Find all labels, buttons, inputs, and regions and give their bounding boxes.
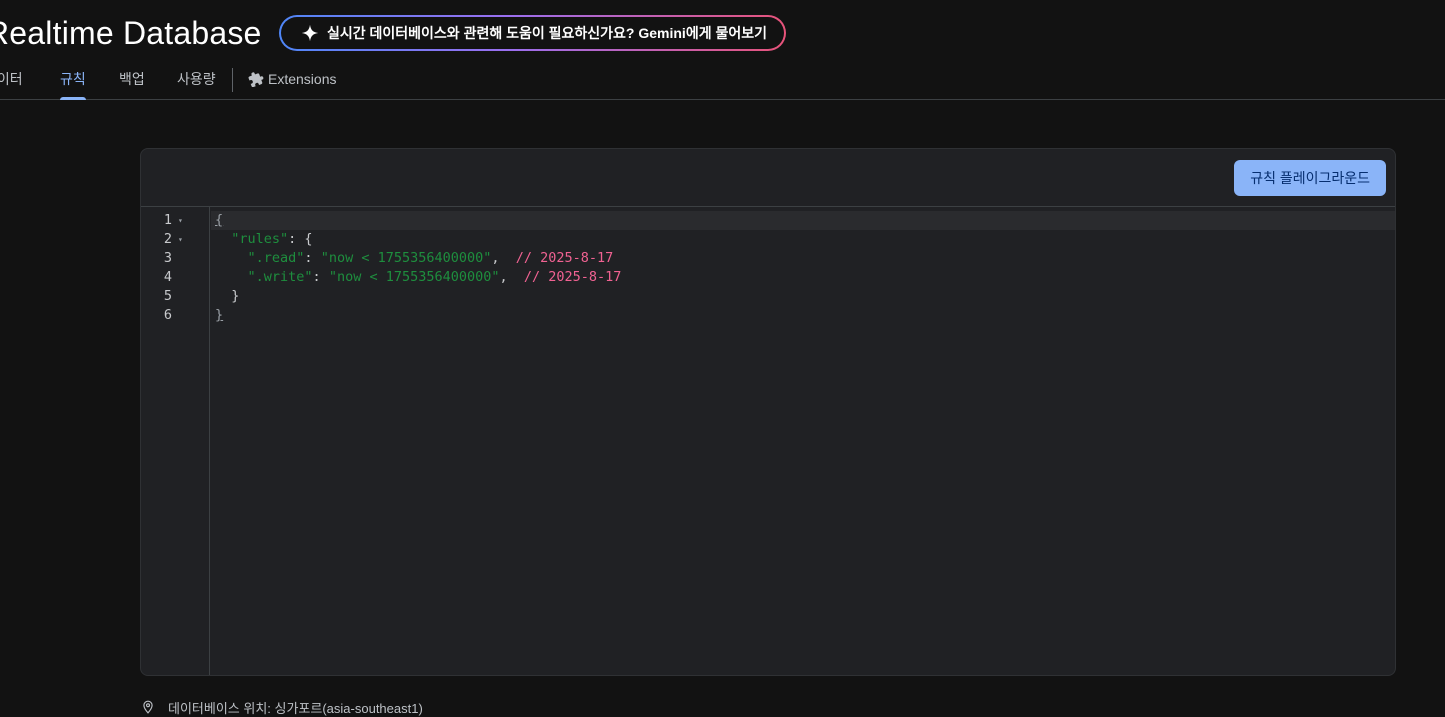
code-line[interactable]: "rules": { <box>211 230 1395 249</box>
code-token-punc <box>215 250 248 266</box>
code-token-key: ".read" <box>247 250 305 266</box>
line-number: 2 <box>163 231 172 247</box>
sparkle-icon <box>301 24 319 42</box>
rules-code-editor[interactable]: 1 ▾ 2 ▾ 3 4 5 6 { "rules": { ".read": "now < 17… <box>141 207 1395 675</box>
code-token-punc: , <box>499 269 524 285</box>
tab-data[interactable]: 데이터 <box>0 62 23 100</box>
location-pin-icon <box>143 700 153 714</box>
code-token-punc: } <box>215 288 240 304</box>
code-token-comment: // 2025-8-17 <box>523 269 622 285</box>
line-number: 3 <box>163 250 172 266</box>
page: Realtime Database 실시간 데이터베이스와 관련해 도움이 필요… <box>0 0 1445 717</box>
code-token-brace: } <box>215 307 224 323</box>
tab-extensions[interactable]: Extensions <box>248 62 336 100</box>
code-token-punc: : <box>312 269 329 285</box>
code-token-key: "rules" <box>231 231 289 247</box>
code-line[interactable]: ".write": "now < 1755356400000", // 2025… <box>211 268 1395 287</box>
code-token-key: ".write" <box>247 269 313 285</box>
editor-gutter: 1 ▾ 2 ▾ 3 4 5 6 <box>141 207 210 675</box>
gutter-line: 5 <box>141 287 210 306</box>
line-number: 1 <box>163 212 172 228</box>
database-location: 데이터베이스 위치: 싱가포르(asia-southeast1) <box>141 697 423 717</box>
tab-rules[interactable]: 규칙 <box>60 62 86 100</box>
code-token-str: "now < 1755356400000" <box>320 250 492 266</box>
code-token-brace: { <box>215 212 224 228</box>
code-token-str: "now < 1755356400000" <box>328 269 500 285</box>
rules-editor-card: 규칙 플레이그라운드 1 ▾ 2 ▾ 3 4 5 6 { "rules": { ".read"… <box>140 148 1396 676</box>
code-line[interactable]: { <box>211 211 1395 230</box>
code-token-punc: : <box>304 250 321 266</box>
fold-toggle-icon[interactable]: ▾ <box>178 230 183 249</box>
code-line[interactable]: } <box>211 306 1395 325</box>
tab-divider <box>232 68 233 92</box>
tab-backups[interactable]: 백업 <box>119 62 145 100</box>
ask-gemini-label: 실시간 데이터베이스와 관련해 도움이 필요하신가요? Gemini에게 물어보… <box>327 25 767 41</box>
code-line[interactable]: } <box>211 287 1395 306</box>
gutter-line: 2 ▾ <box>141 230 210 249</box>
ask-gemini-button[interactable]: 실시간 데이터베이스와 관련해 도움이 필요하신가요? Gemini에게 물어보… <box>279 15 786 51</box>
page-header: Realtime Database 실시간 데이터베이스와 관련해 도움이 필요… <box>0 0 1445 100</box>
editor-code-area[interactable]: { "rules": { ".read": "now < 17553564000… <box>211 207 1395 675</box>
line-number: 5 <box>163 288 172 304</box>
gutter-line: 6 <box>141 306 210 325</box>
ask-gemini-button-inner[interactable]: 실시간 데이터베이스와 관련해 도움이 필요하신가요? Gemini에게 물어보… <box>281 17 784 49</box>
code-token-punc <box>215 231 231 247</box>
page-title: Realtime Database <box>0 15 262 51</box>
code-token-punc: , <box>491 250 516 266</box>
rules-playground-button[interactable]: 규칙 플레이그라운드 <box>1234 160 1386 196</box>
database-location-text: 데이터베이스 위치: 싱가포르(asia-southeast1) <box>168 700 423 716</box>
code-line[interactable]: ".read": "now < 1755356400000", // 2025-… <box>211 249 1395 268</box>
tab-usage[interactable]: 사용량 <box>177 62 216 100</box>
gutter-line: 3 <box>141 249 210 268</box>
code-token-punc <box>215 269 248 285</box>
line-number: 4 <box>163 269 172 285</box>
puzzle-icon <box>248 72 264 87</box>
code-token-comment: // 2025-8-17 <box>515 250 614 266</box>
fold-toggle-icon[interactable]: ▾ <box>178 211 183 230</box>
gutter-line: 4 <box>141 268 210 287</box>
editor-toolbar: 규칙 플레이그라운드 <box>141 149 1395 207</box>
line-number: 6 <box>163 307 172 323</box>
code-token-punc: : { <box>288 231 313 247</box>
gutter-line: 1 ▾ <box>141 211 210 230</box>
tab-extensions-label: Extensions <box>268 71 337 87</box>
